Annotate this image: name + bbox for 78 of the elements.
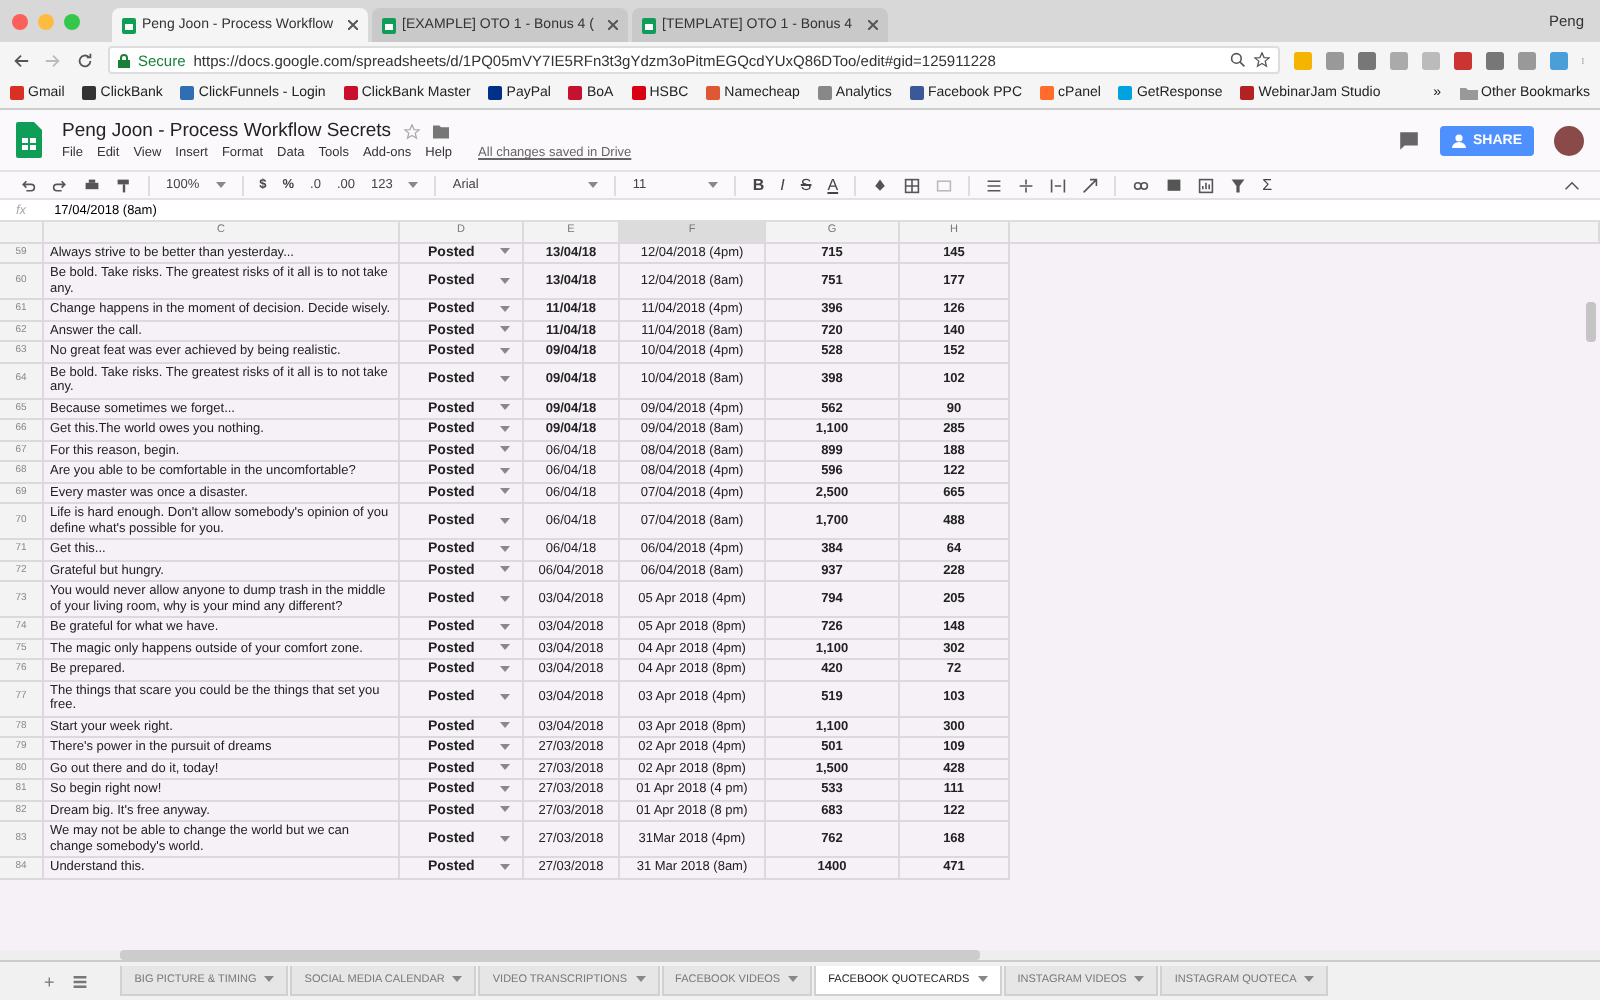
- reload-icon[interactable]: [76, 51, 94, 69]
- text-style-button[interactable]: S: [800, 176, 812, 194]
- scrollbar-thumb[interactable]: [1586, 302, 1596, 342]
- text-style-button[interactable]: B: [752, 176, 765, 194]
- caret-icon: [708, 181, 719, 189]
- caret-icon: [500, 425, 510, 434]
- caret-icon: [500, 623, 510, 632]
- caret-icon: [788, 976, 799, 984]
- document-title[interactable]: Peng Joon - Process Workflow Secrets: [62, 120, 392, 142]
- caret-icon: [500, 517, 510, 525]
- search-icon[interactable]: [1230, 52, 1246, 68]
- star-icon[interactable]: [1254, 52, 1270, 68]
- sheets-icon: [122, 17, 136, 33]
- caret-icon: [452, 976, 463, 984]
- caret-icon: [500, 305, 510, 314]
- caret-icon: [500, 835, 510, 843]
- folder-icon: [1459, 86, 1478, 100]
- caret-icon: [500, 446, 510, 455]
- caret-icon: [500, 467, 510, 476]
- caret-icon: [588, 181, 599, 189]
- caret-icon: [500, 595, 510, 603]
- sheet-list-icon[interactable]: [72, 973, 89, 989]
- paint-format-icon[interactable]: [116, 177, 132, 193]
- wrap-icon[interactable]: [1050, 177, 1067, 193]
- caret-icon: [500, 694, 510, 702]
- redo-icon[interactable]: [52, 177, 68, 193]
- caret-icon: [635, 976, 646, 984]
- scrollbar-thumb[interactable]: [120, 950, 980, 960]
- filter-icon[interactable]: [1230, 177, 1247, 193]
- print-icon[interactable]: [84, 177, 100, 193]
- caret-icon: [500, 488, 510, 497]
- caret-icon: [500, 644, 510, 653]
- sheets-icon: [382, 17, 396, 33]
- caret-icon: [500, 764, 510, 773]
- undo-icon[interactable]: [20, 177, 36, 193]
- align-icon[interactable]: [986, 177, 1003, 193]
- collapse-icon[interactable]: [1564, 177, 1580, 193]
- caret-icon: [500, 722, 510, 731]
- sheets-logo-icon[interactable]: [16, 122, 42, 158]
- caret-icon: [500, 347, 510, 356]
- sheets-icon: [642, 17, 656, 33]
- caret-icon: [500, 277, 510, 285]
- caret-icon: [500, 665, 510, 674]
- text-style-button[interactable]: I: [780, 176, 785, 194]
- caret-icon: [1134, 976, 1145, 984]
- close-icon[interactable]: [348, 20, 358, 30]
- caret-icon: [500, 566, 510, 575]
- caret-icon: [500, 545, 510, 554]
- star-icon[interactable]: [403, 123, 420, 139]
- valign-icon[interactable]: [1018, 177, 1035, 193]
- back-icon[interactable]: [12, 51, 30, 69]
- caret-icon: [264, 976, 275, 984]
- caret-icon: [215, 181, 226, 189]
- caret-icon: [500, 785, 510, 794]
- caret-icon: [500, 404, 510, 413]
- avatar[interactable]: [1554, 125, 1584, 155]
- caret-icon: [408, 181, 419, 189]
- caret-icon: [500, 743, 510, 752]
- person-icon: [1452, 133, 1467, 147]
- add-sheet-button[interactable]: +: [44, 971, 55, 991]
- borders-icon[interactable]: [904, 177, 921, 193]
- rotate-icon[interactable]: [1082, 177, 1099, 193]
- caret-icon: [500, 326, 510, 335]
- caret-icon: [500, 806, 510, 815]
- caret-icon: [1304, 976, 1315, 984]
- functions-button[interactable]: Σ: [1262, 176, 1273, 194]
- caret-icon: [500, 248, 510, 257]
- fill-color-icon[interactable]: [872, 177, 889, 193]
- caret-icon: [977, 976, 988, 984]
- caret-icon: [500, 376, 510, 384]
- close-icon[interactable]: [608, 20, 618, 30]
- caret-icon: [500, 863, 510, 872]
- close-icon[interactable]: [868, 20, 878, 30]
- lock-icon: [118, 53, 130, 67]
- chart-icon[interactable]: [1198, 177, 1215, 193]
- link-icon[interactable]: [1132, 177, 1151, 193]
- text-style-button[interactable]: A: [827, 176, 839, 194]
- folder-icon[interactable]: [431, 123, 450, 139]
